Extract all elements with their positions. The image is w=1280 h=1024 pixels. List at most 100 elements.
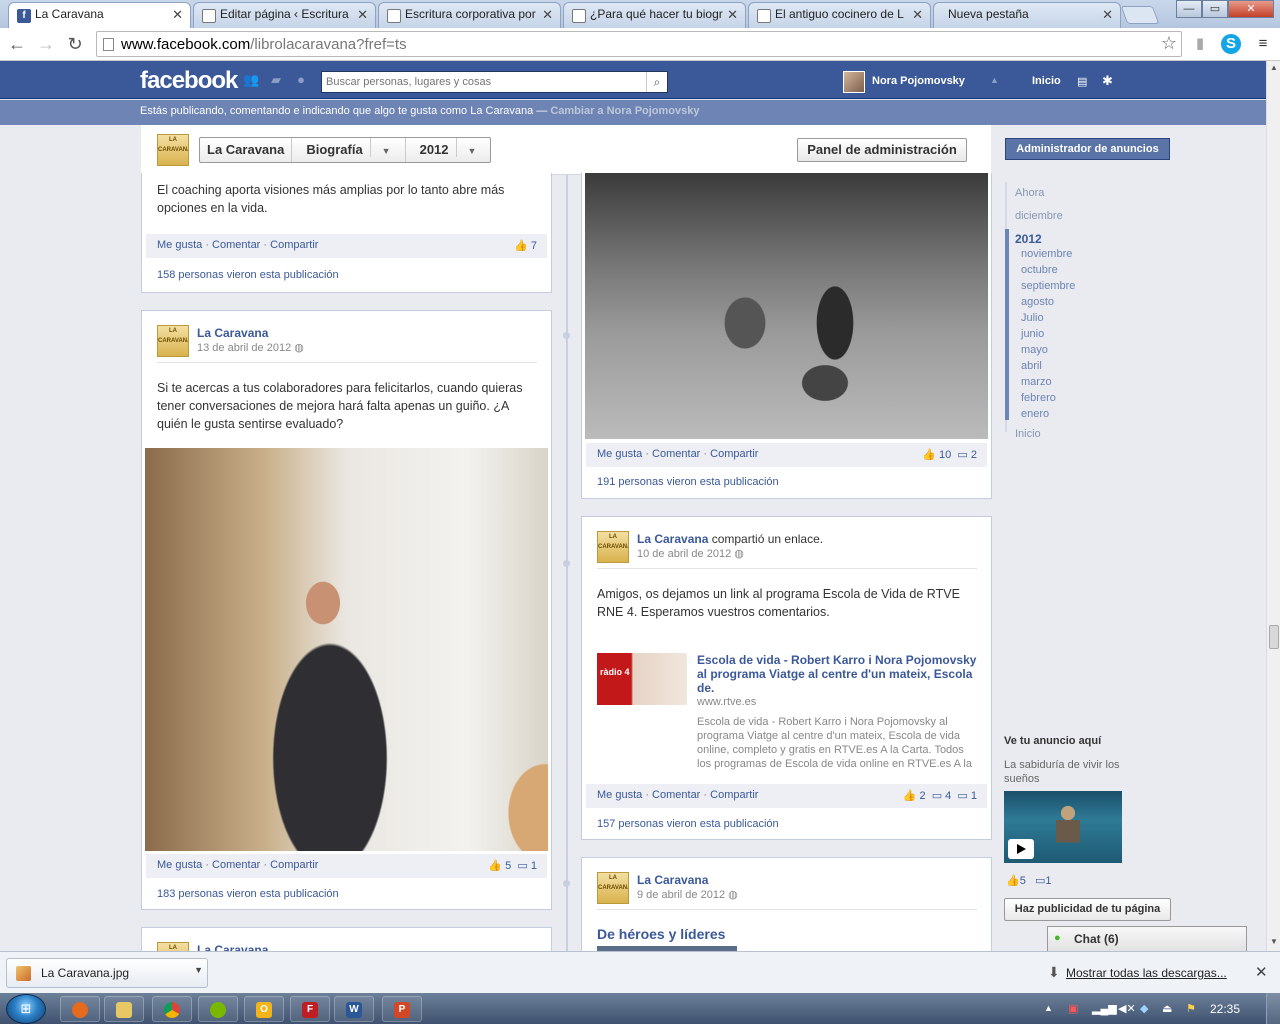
post-views[interactable]: 158 personas vieron esta publicación	[157, 269, 339, 281]
download-item[interactable]: La Caravana.jpg ▼	[6, 958, 208, 988]
taskbar-chrome[interactable]	[152, 996, 192, 1022]
admin-panel-button[interactable]: Panel de administración	[797, 138, 967, 162]
close-tab-icon[interactable]: ✕	[542, 7, 553, 23]
close-window-button[interactable]: ✕	[1228, 0, 1274, 18]
friend-requests-icon[interactable]: 👥	[243, 73, 259, 87]
tray-app-icon[interactable]: ▣	[1068, 1002, 1078, 1015]
post-author[interactable]: La Caravana	[197, 943, 268, 951]
close-tab-icon[interactable]: ✕	[172, 7, 183, 23]
post-date[interactable]: 9 de abril de 2012 ◍	[637, 888, 738, 901]
like-link[interactable]: Me gusta	[157, 859, 202, 871]
page-thumbnail[interactable]: LACARAVANA	[597, 872, 629, 904]
page-thumbnail[interactable]: LACARAVANA	[597, 531, 629, 563]
post-date[interactable]: 13 de abril de 2012 ◍	[197, 341, 304, 354]
year-nav-december[interactable]: diciembre	[1015, 210, 1063, 222]
messages-icon[interactable]: ▰	[268, 73, 284, 87]
show-desktop-button[interactable]	[1266, 993, 1280, 1024]
share-link[interactable]: Compartir	[710, 448, 758, 460]
year-nav-2012[interactable]: 2012	[1015, 232, 1042, 246]
maximize-button[interactable]: ▭	[1202, 0, 1228, 18]
ad-comment-count[interactable]: 1	[1045, 875, 1051, 887]
like-count[interactable]: 7	[531, 240, 537, 252]
link-title[interactable]: Escola de vida - Robert Karro i Nora Poj…	[697, 653, 977, 695]
chevron-down-icon[interactable]: ▼	[194, 965, 203, 975]
post-note-title[interactable]: De héroes y líderes	[597, 926, 725, 942]
tab-antiguo-cocinero[interactable]: El antiguo cocinero de L ✕	[748, 2, 931, 28]
taskbar-spotify[interactable]	[198, 996, 238, 1022]
post-views[interactable]: 191 personas vieron esta publicación	[597, 476, 779, 488]
ad-like-count[interactable]: 5	[1020, 875, 1026, 887]
tab-la-caravana[interactable]: f La Caravana ✕	[8, 2, 191, 28]
search-input[interactable]	[322, 72, 647, 92]
share-link[interactable]: Compartir	[270, 239, 318, 251]
network-icon[interactable]: ▂▄▆	[1092, 1002, 1117, 1015]
month-nav[interactable]: agosto	[1021, 296, 1054, 308]
post-author[interactable]: La Caravana	[197, 326, 268, 340]
usb-icon[interactable]: ⏏	[1162, 1002, 1172, 1015]
month-nav[interactable]: junio	[1021, 328, 1044, 340]
year-nav-start[interactable]: Inicio	[1015, 428, 1041, 440]
signal-bars-icon[interactable]: ▮	[1190, 34, 1210, 54]
action-center-icon[interactable]: ⚑	[1186, 1002, 1196, 1015]
home-link[interactable]: Inicio	[1032, 75, 1061, 87]
taskbar-powerpoint[interactable]: P	[382, 996, 422, 1022]
month-nav[interactable]: mayo	[1021, 344, 1048, 356]
skype-icon[interactable]: S	[1221, 34, 1241, 54]
address-bar[interactable]: www.facebook.com/librolacaravana?fref=ts…	[96, 31, 1182, 57]
play-icon[interactable]	[1008, 839, 1034, 859]
volume-icon[interactable]: ◀✕	[1118, 1002, 1136, 1015]
share-count[interactable]: 4	[945, 790, 951, 802]
menu-icon[interactable]: ≡	[1253, 34, 1273, 54]
switch-profile-link[interactable]: Cambiar a Nora Pojomovsky	[550, 105, 699, 117]
like-link[interactable]: Me gusta	[597, 789, 642, 801]
post-date[interactable]: 10 de abril de 2012 ◍	[637, 547, 744, 560]
taskbar-firefox[interactable]	[60, 996, 100, 1022]
promote-page-button[interactable]: Haz publicidad de tu página	[1004, 898, 1171, 921]
forward-icon[interactable]: →	[34, 32, 58, 56]
notifications-globe-icon[interactable]: ●	[293, 73, 309, 87]
like-count[interactable]: 2	[919, 790, 925, 802]
taskbar-outlook[interactable]: O	[244, 996, 284, 1022]
close-tab-icon[interactable]: ✕	[1102, 7, 1113, 23]
close-icon[interactable]: ✕	[1255, 963, 1268, 981]
back-icon[interactable]: ←	[5, 32, 29, 56]
month-nav[interactable]: febrero	[1021, 392, 1056, 404]
tab-nueva-pestana[interactable]: Nueva pestaña ✕	[933, 2, 1121, 28]
month-nav[interactable]: marzo	[1021, 376, 1052, 388]
post-views[interactable]: 157 personas vieron esta publicación	[597, 818, 779, 830]
tray-expand-icon[interactable]: ▲	[1044, 1003, 1053, 1013]
month-nav[interactable]: Julio	[1021, 312, 1044, 324]
comment-count[interactable]: 1	[971, 790, 977, 802]
close-tab-icon[interactable]: ✕	[912, 7, 923, 23]
scrollbar-thumb[interactable]	[1269, 625, 1279, 649]
taskbar-explorer[interactable]	[104, 996, 144, 1022]
comment-link[interactable]: Comentar	[212, 239, 260, 251]
ads-manager-button[interactable]: Administrador de anuncios	[1005, 138, 1170, 160]
link-thumbnail[interactable]: ràdio 4	[597, 653, 687, 705]
taskbar-word[interactable]: W	[334, 996, 374, 1022]
post-author[interactable]: La Caravana	[637, 873, 708, 887]
dropbox-icon[interactable]: ◆	[1140, 1002, 1148, 1015]
breadcrumb-year[interactable]: 2012 ▼	[406, 138, 491, 162]
gear-icon[interactable]: ✱	[1102, 73, 1113, 89]
month-nav[interactable]: octubre	[1021, 264, 1058, 276]
comment-link[interactable]: Comentar	[212, 859, 260, 871]
month-nav[interactable]: noviembre	[1021, 248, 1072, 260]
taskbar-filezilla[interactable]: F	[290, 996, 330, 1022]
page-thumbnail[interactable]: LACARAVANA	[157, 942, 189, 951]
new-tab-button[interactable]	[1120, 6, 1160, 24]
month-nav[interactable]: abril	[1021, 360, 1042, 372]
close-tab-icon[interactable]: ✕	[727, 7, 738, 23]
minimize-button[interactable]: —	[1176, 0, 1202, 18]
comment-link[interactable]: Comentar	[652, 789, 700, 801]
page-scrollbar[interactable]: ▲ ▼	[1266, 61, 1280, 951]
ad-title[interactable]: Ve tu anuncio aquí	[1004, 735, 1101, 747]
bookmark-star-icon[interactable]: ☆	[1161, 33, 1177, 54]
comment-link[interactable]: Comentar	[652, 448, 700, 460]
close-tab-icon[interactable]: ✕	[357, 7, 368, 23]
breadcrumb-section[interactable]: Biografía ▼	[292, 138, 406, 162]
reload-icon[interactable]: ↻	[63, 32, 87, 56]
scroll-up-icon[interactable]: ▲	[1270, 63, 1278, 72]
facebook-logo[interactable]: facebook	[140, 67, 238, 95]
breadcrumb-page-name[interactable]: La Caravana	[200, 138, 293, 162]
